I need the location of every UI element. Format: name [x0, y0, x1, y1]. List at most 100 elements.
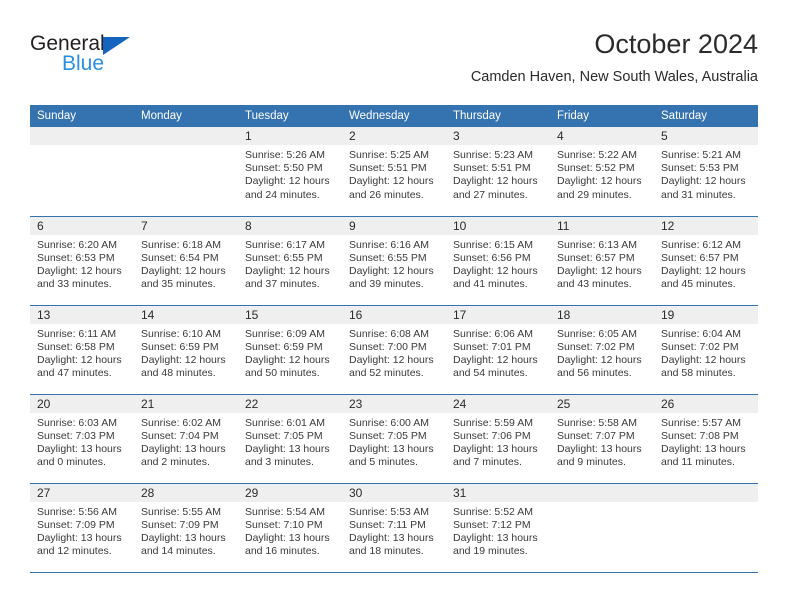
sunset-text: Sunset: 7:04 PM: [141, 429, 219, 442]
day-sun-info: Sunrise: 6:08 AM Sunset: 7:00 PM Daylight:…: [342, 324, 446, 381]
day-sun-info: Sunrise: 5:52 AM Sunset: 7:12 PM Daylight:…: [446, 502, 550, 559]
day-cell-inner: 9 Sunrise: 6:16 AM Sunset: 6:55 PM Daylight…: [342, 216, 446, 305]
sunrise-text: Sunrise: 6:12 AM: [661, 238, 741, 251]
calendar-week-row: 27 Sunrise: 5:56 AM Sunset: 7:09 PM Dayligh…: [30, 482, 758, 573]
daylight-text-line1: Daylight: 13 hours: [245, 531, 330, 544]
calendar-week-row: 6 Sunrise: 6:20 AM Sunset: 6:53 PM Daylight…: [30, 215, 758, 305]
daylight-text-line1: Daylight: 13 hours: [141, 442, 226, 455]
sunset-text: Sunset: 6:56 PM: [453, 251, 531, 264]
daylight-text-line1: Daylight: 13 hours: [453, 442, 538, 455]
calendar-day-cell[interactable]: 20 Sunrise: 6:03 AM Sunset: 7:03 PM Dayligh…: [30, 393, 134, 483]
calendar-day-cell[interactable]: 19 Sunrise: 6:04 AM Sunset: 7:02 PM Dayligh…: [654, 304, 758, 394]
sunrise-text: Sunrise: 5:59 AM: [453, 416, 533, 429]
calendar-day-cell[interactable]: 29 Sunrise: 5:54 AM Sunset: 7:10 PM Dayligh…: [238, 482, 342, 572]
sunrise-text: Sunrise: 6:03 AM: [37, 416, 117, 429]
sunset-text: Sunset: 6:58 PM: [37, 340, 115, 353]
day-number: 15: [238, 305, 342, 324]
calendar-day-cell[interactable]: 10 Sunrise: 6:15 AM Sunset: 6:56 PM Dayligh…: [446, 215, 550, 305]
calendar-day-cell[interactable]: 26 Sunrise: 5:57 AM Sunset: 7:08 PM Dayligh…: [654, 393, 758, 483]
day-sun-info: Sunrise: 6:03 AM Sunset: 7:03 PM Daylight:…: [30, 413, 134, 470]
day-sun-info: Sunrise: 6:20 AM Sunset: 6:53 PM Daylight:…: [30, 235, 134, 292]
day-sun-info: Sunrise: 5:22 AM Sunset: 5:52 PM Daylight:…: [550, 145, 654, 202]
daylight-text-line1: Daylight: 12 hours: [661, 175, 746, 188]
calendar-day-cell[interactable]: 23 Sunrise: 6:00 AM Sunset: 7:05 PM Dayligh…: [342, 393, 446, 483]
day-cell-inner: 18 Sunrise: 6:05 AM Sunset: 7:02 PM Dayligh…: [550, 305, 654, 394]
sunrise-text: Sunrise: 5:22 AM: [557, 149, 637, 161]
weekday-header-friday: Friday: [550, 105, 654, 127]
calendar-day-cell[interactable]: 21 Sunrise: 6:02 AM Sunset: 7:04 PM Dayligh…: [134, 393, 238, 483]
day-cell-inner: 30 Sunrise: 5:53 AM Sunset: 7:11 PM Dayligh…: [342, 483, 446, 573]
daylight-text-line2: and 14 minutes.: [141, 545, 216, 558]
sunset-text: Sunset: 7:06 PM: [453, 429, 531, 442]
sunset-text: Sunset: 7:09 PM: [37, 518, 115, 531]
sunset-text: Sunset: 7:03 PM: [37, 429, 115, 442]
calendar-day-cell[interactable]: 16 Sunrise: 6:08 AM Sunset: 7:00 PM Dayligh…: [342, 304, 446, 394]
sunset-text: Sunset: 6:57 PM: [557, 251, 635, 264]
day-sun-info: Sunrise: 6:00 AM Sunset: 7:05 PM Daylight:…: [342, 413, 446, 470]
calendar-day-cell-empty: [654, 482, 758, 572]
calendar-day-cell[interactable]: 9 Sunrise: 6:16 AM Sunset: 6:55 PM Daylight…: [342, 215, 446, 305]
calendar-day-cell[interactable]: 22 Sunrise: 6:01 AM Sunset: 7:05 PM Dayligh…: [238, 393, 342, 483]
daylight-text-line1: Daylight: 12 hours: [141, 353, 226, 366]
calendar-day-cell[interactable]: 15 Sunrise: 6:09 AM Sunset: 6:59 PM Dayligh…: [238, 304, 342, 394]
sunrise-text: Sunrise: 5:23 AM: [453, 149, 533, 161]
day-sun-info: Sunrise: 5:54 AM Sunset: 7:10 PM Daylight:…: [238, 502, 342, 559]
day-cell-inner: 4 Sunrise: 5:22 AM Sunset: 5:52 PM Daylight…: [550, 127, 654, 216]
sunset-text: Sunset: 6:57 PM: [661, 251, 739, 264]
daylight-text-line2: and 47 minutes.: [37, 367, 112, 380]
weekday-header-row: Sunday Monday Tuesday Wednesday Thursday…: [30, 105, 758, 127]
sunset-text: Sunset: 7:12 PM: [453, 518, 531, 531]
daylight-text-line1: Daylight: 13 hours: [661, 442, 746, 455]
calendar-day-cell[interactable]: 1 Sunrise: 5:26 AM Sunset: 5:50 PM Daylight…: [238, 127, 342, 216]
sunset-text: Sunset: 7:07 PM: [557, 429, 635, 442]
sunset-text: Sunset: 7:02 PM: [557, 340, 635, 353]
day-sun-info: Sunrise: 6:04 AM Sunset: 7:02 PM Daylight:…: [654, 324, 758, 381]
sunrise-text: Sunrise: 5:52 AM: [453, 505, 533, 518]
calendar-day-cell[interactable]: 8 Sunrise: 6:17 AM Sunset: 6:55 PM Daylight…: [238, 215, 342, 305]
sunset-text: Sunset: 7:09 PM: [141, 518, 219, 531]
calendar-day-cell[interactable]: 28 Sunrise: 5:55 AM Sunset: 7:09 PM Dayligh…: [134, 482, 238, 572]
calendar-day-cell[interactable]: 2 Sunrise: 5:25 AM Sunset: 5:51 PM Daylight…: [342, 127, 446, 216]
day-number: 9: [342, 216, 446, 235]
day-cell-inner: 12 Sunrise: 6:12 AM Sunset: 6:57 PM Dayligh…: [654, 216, 758, 305]
day-number: 5: [654, 127, 758, 145]
sunrise-text: Sunrise: 5:26 AM: [245, 149, 325, 161]
daylight-text-line1: Daylight: 13 hours: [37, 442, 122, 455]
calendar-day-cell[interactable]: 11 Sunrise: 6:13 AM Sunset: 6:57 PM Dayligh…: [550, 215, 654, 305]
calendar-day-cell[interactable]: 12 Sunrise: 6:12 AM Sunset: 6:57 PM Dayligh…: [654, 215, 758, 305]
calendar-day-cell[interactable]: 17 Sunrise: 6:06 AM Sunset: 7:01 PM Dayligh…: [446, 304, 550, 394]
calendar-day-cell[interactable]: 7 Sunrise: 6:18 AM Sunset: 6:54 PM Daylight…: [134, 215, 238, 305]
calendar-day-cell[interactable]: 3 Sunrise: 5:23 AM Sunset: 5:51 PM Daylight…: [446, 127, 550, 216]
sunrise-text: Sunrise: 6:20 AM: [37, 238, 117, 251]
day-sun-info: Sunrise: 5:58 AM Sunset: 7:07 PM Daylight:…: [550, 413, 654, 470]
sunrise-text: Sunrise: 6:10 AM: [141, 327, 221, 340]
daylight-text-line1: Daylight: 12 hours: [37, 264, 122, 277]
calendar-day-cell[interactable]: 13 Sunrise: 6:11 AM Sunset: 6:58 PM Dayligh…: [30, 304, 134, 394]
sunrise-text: Sunrise: 5:55 AM: [141, 505, 221, 518]
day-number: 19: [654, 305, 758, 324]
calendar-day-cell[interactable]: 18 Sunrise: 6:05 AM Sunset: 7:02 PM Dayligh…: [550, 304, 654, 394]
calendar-day-cell[interactable]: 6 Sunrise: 6:20 AM Sunset: 6:53 PM Daylight…: [30, 215, 134, 305]
day-number: 28: [134, 483, 238, 502]
calendar-day-cell[interactable]: 27 Sunrise: 5:56 AM Sunset: 7:09 PM Dayligh…: [30, 482, 134, 572]
day-number: 24: [446, 394, 550, 413]
calendar-day-cell[interactable]: 5 Sunrise: 5:21 AM Sunset: 5:53 PM Daylight…: [654, 127, 758, 216]
calendar-day-cell-empty: [134, 127, 238, 216]
calendar-day-cell[interactable]: 31 Sunrise: 5:52 AM Sunset: 7:12 PM Dayligh…: [446, 482, 550, 572]
day-cell-inner: 13 Sunrise: 6:11 AM Sunset: 6:58 PM Dayligh…: [30, 305, 134, 394]
calendar-day-cell[interactable]: 4 Sunrise: 5:22 AM Sunset: 5:52 PM Daylight…: [550, 127, 654, 216]
general-blue-logo[interactable]: General Blue: [30, 32, 230, 88]
day-number: 26: [654, 394, 758, 413]
day-number: 8: [238, 216, 342, 235]
calendar-day-cell[interactable]: 24 Sunrise: 5:59 AM Sunset: 7:06 PM Dayligh…: [446, 393, 550, 483]
daylight-text-line1: Daylight: 12 hours: [349, 353, 434, 366]
calendar-day-cell[interactable]: 25 Sunrise: 5:58 AM Sunset: 7:07 PM Dayligh…: [550, 393, 654, 483]
sunrise-text: Sunrise: 6:05 AM: [557, 327, 637, 340]
sunrise-text: Sunrise: 6:15 AM: [453, 238, 533, 251]
calendar-day-cell[interactable]: 14 Sunrise: 6:10 AM Sunset: 6:59 PM Dayligh…: [134, 304, 238, 394]
daylight-text-line2: and 54 minutes.: [453, 367, 528, 380]
daylight-text-line2: and 7 minutes.: [453, 456, 522, 469]
daylight-text-line2: and 56 minutes.: [557, 367, 632, 380]
day-sun-info: Sunrise: 6:12 AM Sunset: 6:57 PM Daylight:…: [654, 235, 758, 292]
calendar-day-cell[interactable]: 30 Sunrise: 5:53 AM Sunset: 7:11 PM Dayligh…: [342, 482, 446, 573]
